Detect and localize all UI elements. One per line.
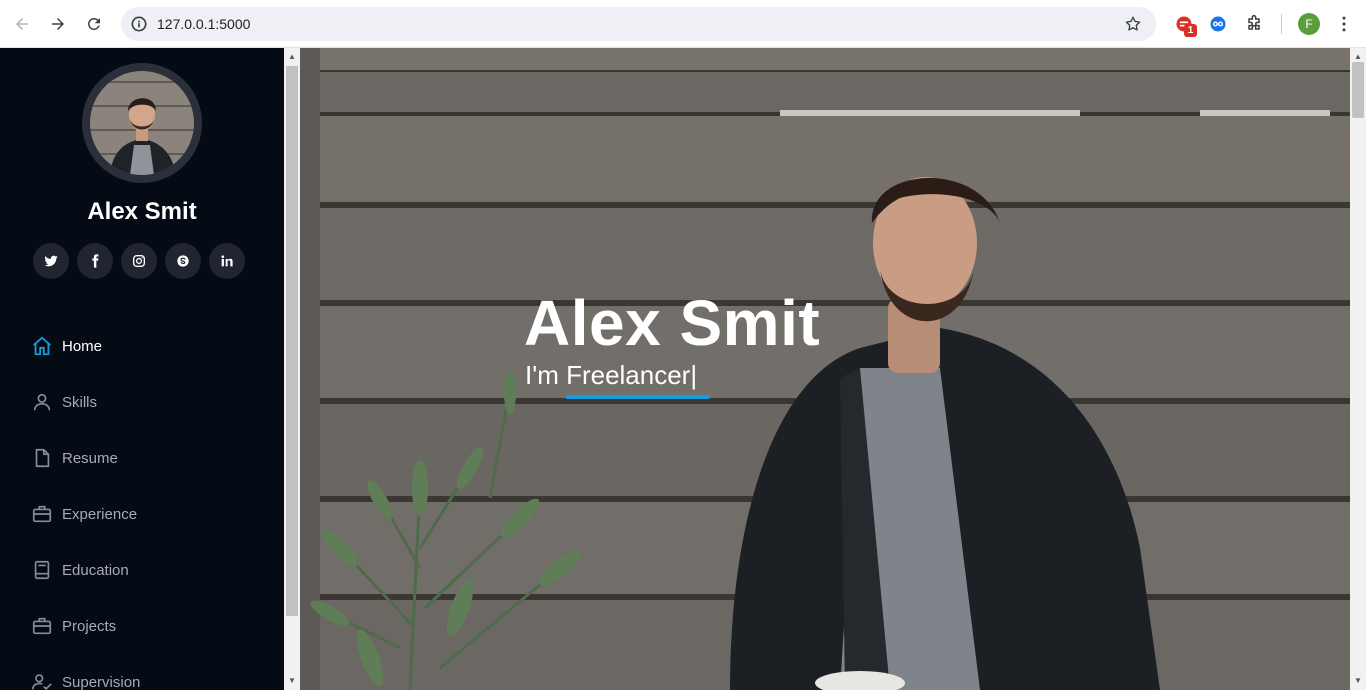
book-icon: [30, 558, 54, 582]
subtitle-underline: [566, 395, 710, 399]
back-button[interactable]: [10, 12, 34, 36]
forward-button[interactable]: [46, 12, 70, 36]
home-icon: [30, 334, 54, 358]
nav-item-resume[interactable]: Resume: [30, 430, 140, 486]
scroll-down-arrow-icon[interactable]: ▼: [284, 674, 300, 688]
address-bar[interactable]: 127.0.0.1:5000: [121, 7, 1156, 41]
profile-name: Alex Smit: [87, 198, 197, 225]
site-info-icon[interactable]: [129, 14, 149, 34]
puzzle-icon: [1248, 14, 1260, 30]
kebab-menu-icon: [1342, 16, 1346, 32]
instagram-icon: [133, 255, 145, 267]
hero-background-image: [300, 48, 1350, 690]
nav-item-education[interactable]: Education: [30, 542, 140, 598]
profile-photo: [90, 71, 194, 175]
skype-link[interactable]: [165, 243, 201, 279]
facebook-link[interactable]: [77, 243, 113, 279]
nav-item-label: Education: [62, 561, 129, 579]
user-check-icon: [30, 670, 54, 690]
file-icon: [30, 446, 54, 470]
briefcase-icon: [30, 614, 54, 638]
hero-subtitle: I'm Freelancer|: [525, 360, 698, 390]
extension-owl-icon: [1210, 16, 1226, 32]
back-arrow-icon: [16, 18, 28, 30]
nav-item-experience[interactable]: Experience: [30, 486, 140, 542]
nav-item-projects[interactable]: Projects: [30, 598, 140, 654]
bookmark-star-icon[interactable]: [1124, 15, 1142, 33]
nav-item-label: Home: [62, 337, 103, 355]
extension-badge: 1: [1184, 24, 1197, 37]
profile-avatar[interactable]: F: [1298, 13, 1320, 35]
linkedin-icon: [221, 255, 233, 267]
social-links: [33, 243, 245, 279]
extensions-menu-button[interactable]: [1242, 12, 1266, 36]
user-icon: [30, 390, 54, 414]
nav-item-home[interactable]: Home: [30, 318, 140, 374]
page-scroll-thumb[interactable]: [1352, 62, 1364, 118]
extension-button-2[interactable]: [1206, 12, 1230, 36]
sidebar: Alex Smit Home Skills Resume Experience …: [0, 48, 284, 690]
reload-icon: [87, 17, 100, 30]
forward-arrow-icon: [52, 18, 64, 30]
nav-item-supervision[interactable]: Supervision: [30, 654, 140, 690]
nav-item-label: Resume: [62, 449, 118, 467]
skype-icon: [177, 255, 189, 267]
nav-item-label: Skills: [62, 393, 98, 411]
scroll-up-arrow-icon[interactable]: ▲: [284, 50, 300, 64]
profile-photo-frame: [82, 63, 202, 183]
toolbar-divider: [1281, 14, 1282, 34]
url-text[interactable]: 127.0.0.1:5000: [157, 16, 250, 32]
portrait-image: [90, 71, 194, 175]
scroll-down-arrow-icon[interactable]: ▼: [1350, 674, 1366, 688]
instagram-link[interactable]: [121, 243, 157, 279]
twitter-link[interactable]: [33, 243, 69, 279]
nav-menu: Home Skills Resume Experience Education: [30, 318, 140, 690]
browser-menu-button[interactable]: [1332, 12, 1356, 36]
linkedin-link[interactable]: [209, 243, 245, 279]
nav-item-label: Projects: [62, 617, 117, 635]
nav-item-label: Experience: [62, 505, 138, 523]
nav-item-skills[interactable]: Skills: [30, 374, 140, 430]
nav-item-label: Supervision: [62, 673, 141, 690]
browser-toolbar: 127.0.0.1:5000 1 F: [0, 0, 1366, 48]
hero-section: Alex Smit I'm Freelancer|: [300, 48, 1350, 690]
extension-button[interactable]: 1: [1172, 12, 1197, 37]
briefcase-icon: [30, 502, 54, 526]
twitter-icon: [44, 255, 58, 267]
sidebar-scroll-thumb[interactable]: [286, 66, 298, 616]
facebook-icon: [92, 254, 99, 268]
page-scrollbar[interactable]: ▲ ▼: [1350, 48, 1366, 690]
hero-title: Alex Smit: [524, 287, 821, 359]
reload-button[interactable]: [82, 12, 106, 36]
